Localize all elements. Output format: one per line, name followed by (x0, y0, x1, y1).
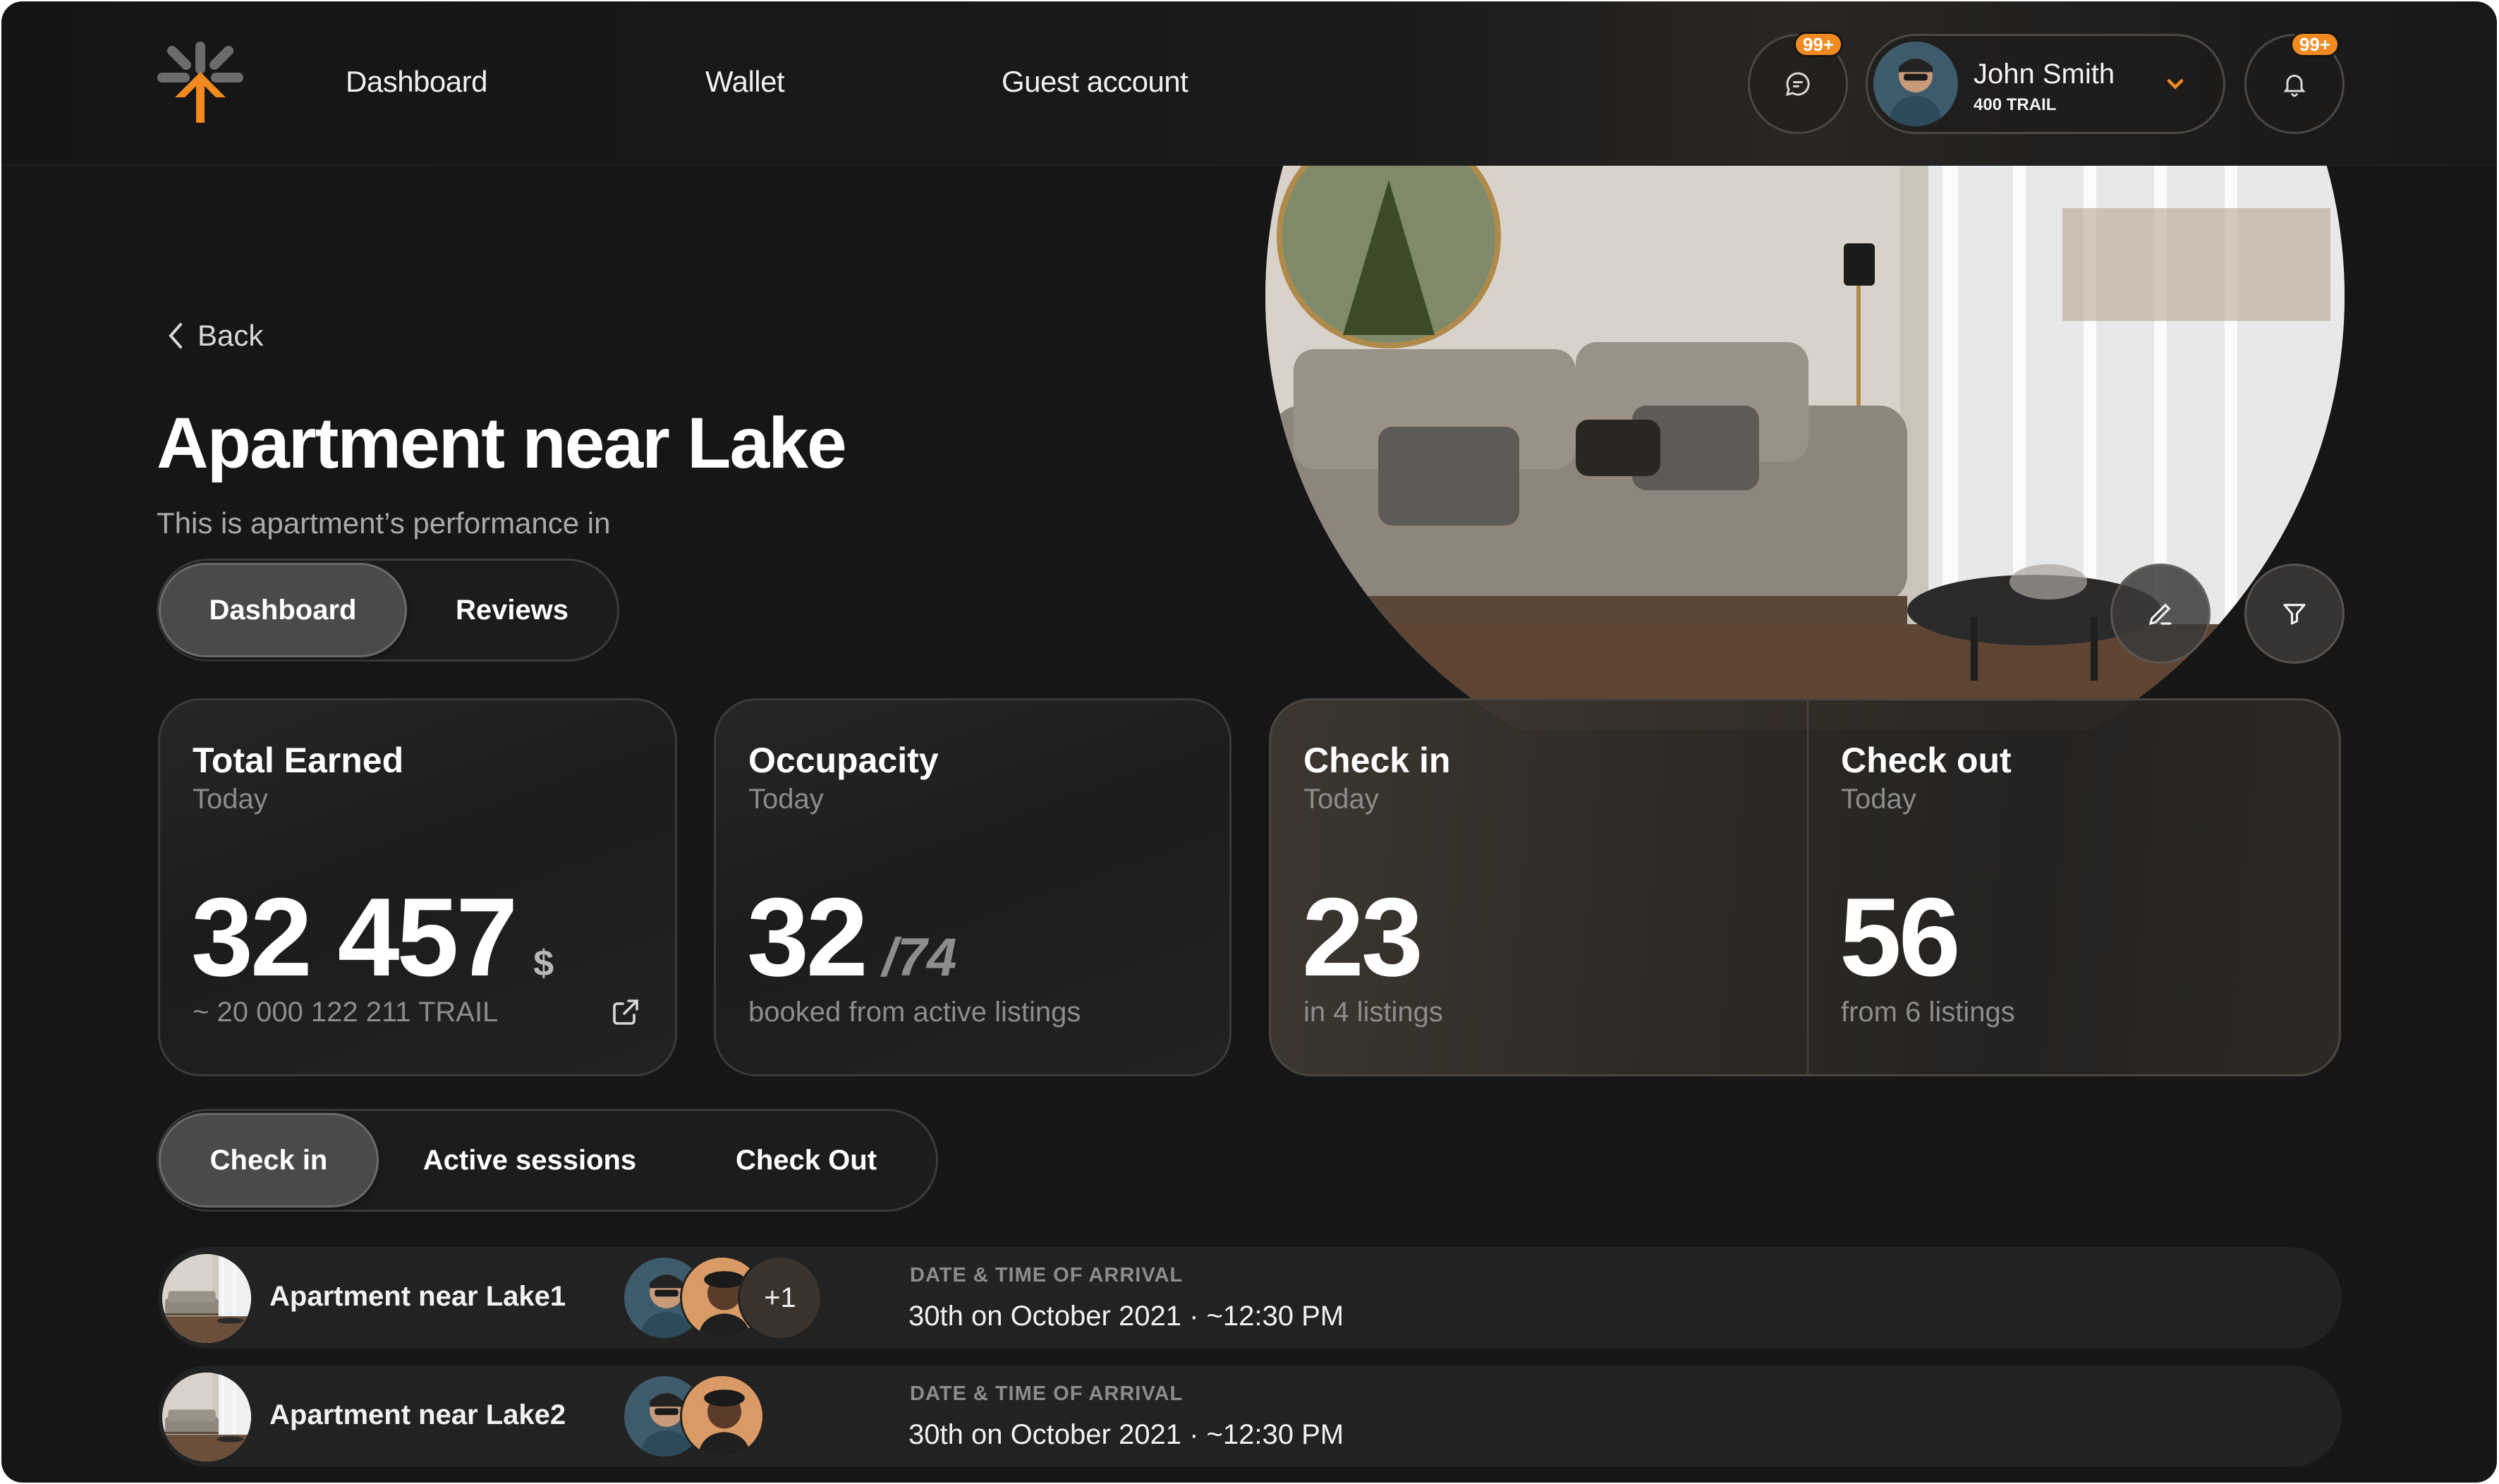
check-stats-panel: Check in Today 23 in 4 listings Check ou… (1269, 698, 2341, 1076)
user-menu[interactable]: John Smith 400 TRAIL (1866, 34, 2225, 134)
tab-reviews[interactable]: Reviews (410, 563, 614, 657)
currency-unit: $ (533, 943, 554, 984)
card-value: 56 (1840, 875, 1961, 999)
page-title: Apartment near Lake (157, 403, 847, 483)
bell-icon (2283, 74, 2306, 97)
card-value: 32 457 $ (191, 874, 554, 1002)
card-title: Occupacity (748, 741, 939, 780)
occupacity-card: Occupacity Today 32/74 booked from activ… (714, 698, 1232, 1076)
total-count: /74 (882, 928, 957, 987)
notifications-badge: 99+ (2290, 32, 2340, 57)
view-tabs: Dashboard Reviews (157, 559, 619, 662)
card-footer: booked from active listings (748, 997, 1081, 1028)
earned-amount: 32 457 (191, 875, 518, 999)
check-out-card: Check out Today 56 from 6 listings (1808, 700, 2339, 1074)
notifications-button[interactable]: 99+ (2244, 32, 2345, 134)
back-label: Back (197, 319, 264, 352)
user-balance: 400 TRAIL (1974, 95, 2057, 114)
avatar (1873, 42, 1958, 126)
card-footer: from 6 listings (1841, 997, 2015, 1028)
card-title: Check in (1303, 741, 1451, 780)
chevron-down-icon (2167, 79, 2184, 90)
external-link-icon[interactable] (609, 995, 643, 1029)
apartment-thumbnail (162, 1373, 251, 1461)
occupied-count: 32 (747, 875, 868, 999)
nav-guest-account[interactable]: Guest account (1002, 65, 1188, 99)
app-window: Dashboard Wallet Guest account 99+ John … (1, 1, 2497, 1483)
list-item[interactable]: Apartment near Lake1 +1 DATE & TIME OF A… (158, 1247, 2342, 1349)
check-in-card: Check in Today 23 in 4 listings (1271, 700, 1807, 1074)
page-subtitle: This is apartment’s performance in (157, 506, 611, 540)
filter-icon (2283, 604, 2306, 625)
tab-dashboard[interactable]: Dashboard (159, 563, 407, 657)
card-footer: in 4 listings (1303, 997, 1443, 1028)
chat-icon (1785, 72, 1810, 97)
total-earned-card: Total Earned Today 32 457 $ ~ 20 000 122 … (158, 698, 677, 1076)
nav-wallet[interactable]: Wallet (705, 65, 785, 99)
pencil-icon (2148, 603, 2172, 626)
tab-active-sessions[interactable]: Active sessions (382, 1113, 678, 1208)
arrival-value: 30th on October 2021 · ~12:30 PM (908, 1419, 1344, 1450)
list-item[interactable]: Apartment near Lake2 DATE & TIME OF ARRI… (158, 1366, 2342, 1467)
messages-button[interactable]: 99+ (1748, 32, 1848, 134)
apartment-name: Apartment near Lake2 (269, 1399, 566, 1430)
session-tabs: Check in Active sessions Check Out (157, 1109, 938, 1212)
user-name: John Smith (1974, 59, 2115, 90)
card-footer: ~ 20 000 122 211 TRAIL (193, 997, 499, 1028)
tab-check-out[interactable]: Check Out (681, 1113, 932, 1208)
card-period: Today (193, 784, 268, 815)
card-value: 23 (1302, 875, 1423, 999)
more-guests-badge[interactable]: +1 (738, 1255, 822, 1340)
edit-button[interactable] (2110, 564, 2211, 664)
apartment-thumbnail (162, 1254, 251, 1343)
card-value: 32/74 (747, 874, 956, 1002)
logo-icon[interactable] (155, 41, 245, 128)
messages-badge: 99+ (1794, 32, 1843, 57)
filter-button[interactable] (2244, 564, 2345, 664)
back-link[interactable]: Back (165, 319, 263, 353)
card-period: Today (1841, 784, 1916, 815)
apartment-name: Apartment near Lake1 (269, 1281, 566, 1312)
card-period: Today (1303, 784, 1379, 815)
chevron-left-icon (169, 323, 182, 348)
card-period: Today (748, 784, 824, 815)
nav-dashboard[interactable]: Dashboard (346, 65, 487, 99)
card-title: Check out (1841, 741, 2012, 780)
arrival-label: DATE & TIME OF ARRIVAL (910, 1264, 1184, 1287)
tab-check-in[interactable]: Check in (159, 1113, 379, 1208)
card-title: Total Earned (193, 741, 404, 780)
arrival-value: 30th on October 2021 · ~12:30 PM (908, 1301, 1344, 1332)
guest-avatar (680, 1374, 765, 1459)
top-navigation: Dashboard Wallet Guest account 99+ John … (1, 1, 2497, 166)
arrival-label: DATE & TIME OF ARRIVAL (910, 1382, 1184, 1405)
